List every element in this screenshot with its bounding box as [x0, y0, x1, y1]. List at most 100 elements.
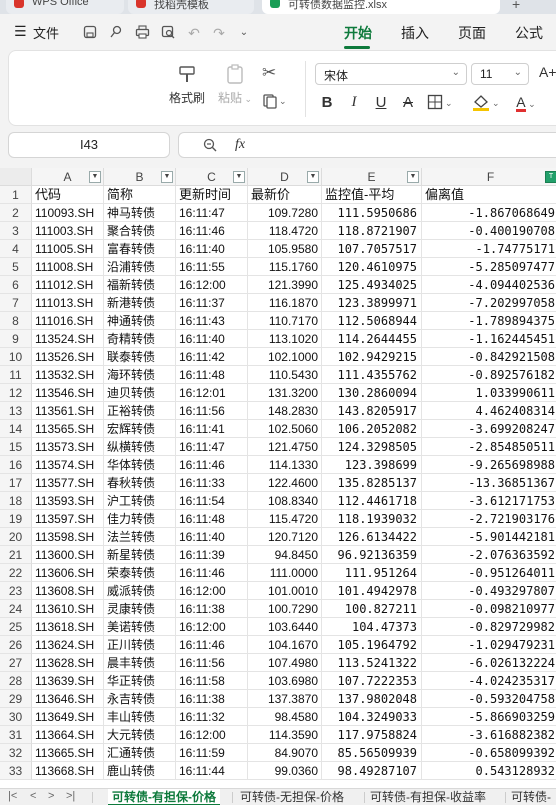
row-header[interactable]: 27	[0, 654, 32, 672]
cell-col-b[interactable]: 奇精转债	[104, 330, 176, 348]
share-icon[interactable]	[108, 25, 124, 41]
cell-col-f[interactable]: -0.400190708	[422, 222, 556, 240]
cell-col-a[interactable]: 113610.SH	[32, 600, 104, 618]
cell-col-c[interactable]: 16:12:00	[176, 276, 248, 294]
cell-col-b[interactable]: 华体转债	[104, 456, 176, 474]
cell-col-a[interactable]: 111008.SH	[32, 258, 104, 276]
cell-col-e[interactable]: 120.4610975	[322, 258, 422, 276]
cell-col-b[interactable]: 灵康转债	[104, 600, 176, 618]
cell-col-f[interactable]: -6.026132224	[422, 654, 556, 672]
cell-col-f[interactable]: -5.901442181	[422, 528, 556, 546]
cell-col-f[interactable]: -5.866903259	[422, 708, 556, 726]
tab-page[interactable]: 页面	[458, 23, 486, 43]
cell-col-f[interactable]: -1.029479231	[422, 636, 556, 654]
row-header[interactable]: 1	[0, 186, 32, 204]
cell-col-c[interactable]: 16:11:41	[176, 420, 248, 438]
cell-col-a[interactable]: 113577.SH	[32, 474, 104, 492]
row-header[interactable]: 24	[0, 600, 32, 618]
cell-col-c[interactable]: 16:11:32	[176, 708, 248, 726]
cell-col-b[interactable]: 晨丰转债	[104, 654, 176, 672]
cell-col-d[interactable]: 98.4580	[248, 708, 322, 726]
cell-col-f[interactable]: -7.202997058	[422, 294, 556, 312]
cell-col-b[interactable]: 大元转债	[104, 726, 176, 744]
cell-col-c[interactable]: 16:11:47	[176, 438, 248, 456]
cell-col-a[interactable]: 113646.SH	[32, 690, 104, 708]
cell-col-a[interactable]: 113600.SH	[32, 546, 104, 564]
cell-col-f[interactable]: -3.612171753	[422, 492, 556, 510]
copy-icon[interactable]: ⌄	[262, 93, 287, 112]
cell-col-a[interactable]: 111013.SH	[32, 294, 104, 312]
column-header-f[interactable]: F	[422, 168, 556, 186]
cell-col-b[interactable]: 法兰转债	[104, 528, 176, 546]
cell-col-e[interactable]: 104.47373	[322, 618, 422, 636]
last-sheet-icon[interactable]: >|	[66, 790, 75, 802]
cell-col-c[interactable]: 16:11:33	[176, 474, 248, 492]
prev-sheet-icon[interactable]: <	[30, 790, 36, 802]
cell-col-f[interactable]: -3.699208247	[422, 420, 556, 438]
header-cell-col-d[interactable]: 最新价	[248, 186, 322, 204]
row-header[interactable]: 9	[0, 330, 32, 348]
cell-col-a[interactable]: 113606.SH	[32, 564, 104, 582]
row-header[interactable]: 25	[0, 618, 32, 636]
cell-col-b[interactable]: 福新转债	[104, 276, 176, 294]
cell-col-a[interactable]: 113546.SH	[32, 384, 104, 402]
cell-col-e[interactable]: 143.8205917	[322, 402, 422, 420]
cell-col-c[interactable]: 16:12:00	[176, 582, 248, 600]
cell-col-f[interactable]: -9.265698988	[422, 456, 556, 474]
cell-col-b[interactable]: 美诺转债	[104, 618, 176, 636]
cell-col-e[interactable]: 123.398699	[322, 456, 422, 474]
cell-col-d[interactable]: 113.1020	[248, 330, 322, 348]
cell-col-c[interactable]: 16:11:46	[176, 222, 248, 240]
cell-col-d[interactable]: 107.4980	[248, 654, 322, 672]
row-header[interactable]: 12	[0, 384, 32, 402]
window-tab-wps[interactable]: WPS Office	[6, 0, 124, 14]
cell-col-b[interactable]: 迪贝转债	[104, 384, 176, 402]
cell-col-e[interactable]: 112.4461718	[322, 492, 422, 510]
cell-col-a[interactable]: 113598.SH	[32, 528, 104, 546]
cell-col-e[interactable]: 112.5068944	[322, 312, 422, 330]
font-name-select[interactable]: 宋体 ⌄	[315, 63, 467, 85]
filter-active-icon[interactable]: T	[545, 171, 556, 183]
cell-col-d[interactable]: 116.1870	[248, 294, 322, 312]
cell-col-c[interactable]: 16:11:40	[176, 528, 248, 546]
header-cell-col-e[interactable]: 监控值-平均	[322, 186, 422, 204]
cell-col-d[interactable]: 102.5060	[248, 420, 322, 438]
fill-color-button[interactable]: ⌄	[472, 94, 502, 116]
row-header[interactable]: 2	[0, 204, 32, 222]
cell-col-a[interactable]: 113624.SH	[32, 636, 104, 654]
select-all-corner[interactable]	[0, 168, 32, 186]
cell-col-e[interactable]: 126.6134422	[322, 528, 422, 546]
cell-col-b[interactable]: 春秋转债	[104, 474, 176, 492]
sheet-tab[interactable]: 可转债-有担保-收益率	[366, 789, 490, 805]
cut-icon[interactable]: ✂	[262, 63, 276, 83]
cell-col-a[interactable]: 113526.SH	[32, 348, 104, 366]
cell-col-c[interactable]: 16:11:38	[176, 600, 248, 618]
row-header[interactable]: 23	[0, 582, 32, 600]
cell-col-f[interactable]: -1.162445451	[422, 330, 556, 348]
cell-col-b[interactable]: 丰山转债	[104, 708, 176, 726]
cell-col-f[interactable]: -1.789894375	[422, 312, 556, 330]
cell-col-a[interactable]: 113524.SH	[32, 330, 104, 348]
cell-col-a[interactable]: 113573.SH	[32, 438, 104, 456]
cell-col-d[interactable]: 100.7290	[248, 600, 322, 618]
cell-col-f[interactable]: -2.854850511	[422, 438, 556, 456]
row-header[interactable]: 6	[0, 276, 32, 294]
cell-col-c[interactable]: 16:11:47	[176, 204, 248, 222]
cell-col-f[interactable]: -1.867068649	[422, 204, 556, 222]
cell-col-e[interactable]: 118.1939032	[322, 510, 422, 528]
cell-col-c[interactable]: 16:11:48	[176, 510, 248, 528]
cell-col-c[interactable]: 16:11:43	[176, 312, 248, 330]
cell-col-b[interactable]: 正裕转债	[104, 402, 176, 420]
row-header[interactable]: 32	[0, 744, 32, 762]
header-cell-col-b[interactable]: 简称	[104, 186, 176, 204]
cell-col-c[interactable]: 16:11:55	[176, 258, 248, 276]
cell-col-b[interactable]: 新星转债	[104, 546, 176, 564]
cell-col-c[interactable]: 16:11:54	[176, 492, 248, 510]
row-header[interactable]: 3	[0, 222, 32, 240]
cell-col-c[interactable]: 16:11:39	[176, 546, 248, 564]
cell-col-e[interactable]: 104.3249033	[322, 708, 422, 726]
cell-col-e[interactable]: 101.4942978	[322, 582, 422, 600]
undo-icon[interactable]: ↶	[186, 25, 202, 41]
cell-col-e[interactable]: 96.92136359	[322, 546, 422, 564]
cell-col-f[interactable]: -0.829729982	[422, 618, 556, 636]
